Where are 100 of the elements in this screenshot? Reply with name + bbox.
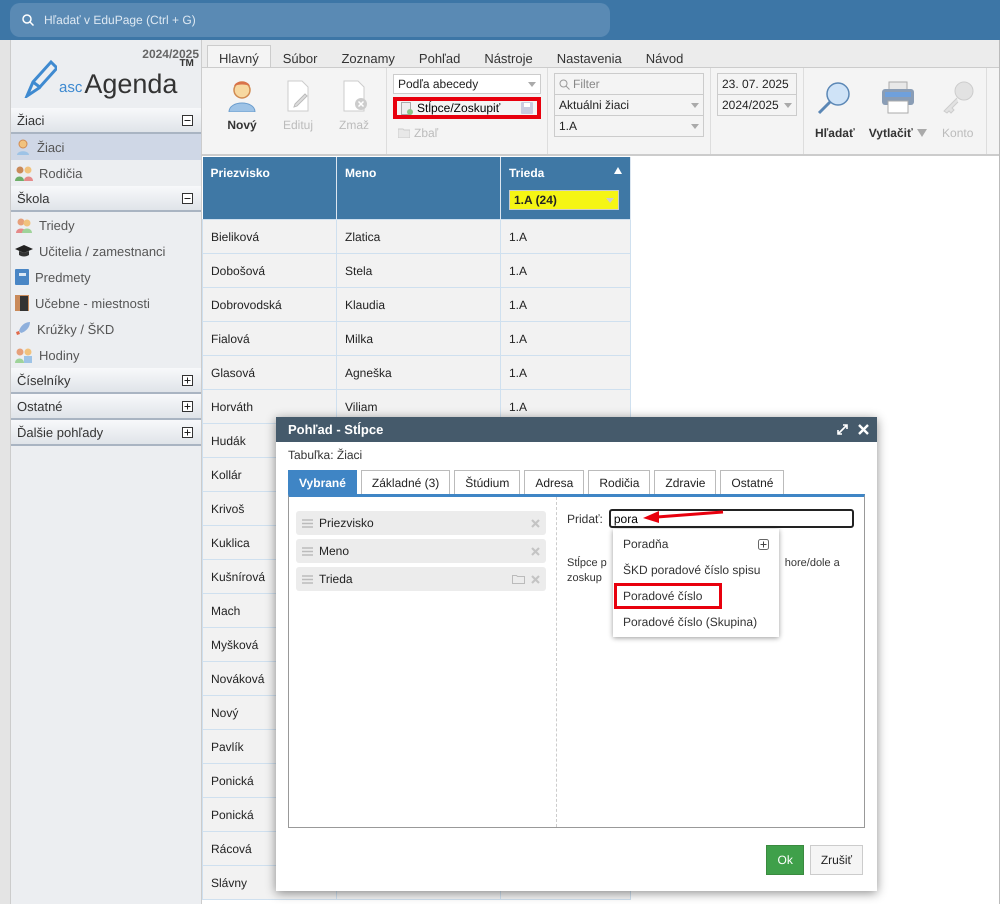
cancel-button[interactable]: Zrušiť	[810, 844, 863, 874]
ribbon-tab[interactable]: Nástroje	[472, 45, 545, 67]
sidebar-section[interactable]: Žiaci	[11, 108, 201, 134]
people-icon	[15, 347, 33, 363]
dialog-tab[interactable]: Vybrané	[288, 470, 357, 494]
column-item[interactable]: Priezvisko	[296, 511, 546, 535]
column-item[interactable]: Trieda	[296, 567, 546, 591]
columns-button[interactable]: Stĺpce/Zoskupiť	[393, 97, 541, 119]
filter-field[interactable]: Filter	[554, 73, 704, 95]
table-cell: 1.A	[509, 298, 528, 312]
trademark: TM	[179, 58, 194, 69]
table-cell: Fialová	[202, 322, 336, 356]
date-field[interactable]: 23. 07. 2025	[717, 73, 797, 95]
maximize-icon[interactable]	[837, 424, 848, 435]
suggestion-item[interactable]: Poradové číslo (Skupina)	[614, 609, 778, 635]
search-icon	[22, 14, 34, 26]
suggestion-item[interactable]: Poradové číslo	[614, 583, 722, 609]
save-icon	[521, 102, 533, 114]
sidebar-section[interactable]: Ostatné	[11, 394, 201, 420]
printer-icon	[880, 80, 915, 114]
suggestion-item[interactable]: Poradňa	[614, 531, 778, 557]
add-label: Pridať:	[567, 512, 603, 526]
year-dropdown[interactable]: 2024/2025	[717, 94, 797, 116]
sidebar-item[interactable]: Žiaci	[11, 134, 201, 160]
sidebar-item[interactable]: Krúžky / ŠKD	[11, 316, 201, 342]
column-item[interactable]: Meno	[296, 539, 546, 563]
table-cell: Stela	[345, 264, 372, 278]
collapse-icon[interactable]	[182, 114, 193, 126]
toolbar-button[interactable]: Vytlačiť	[864, 74, 932, 148]
sort-dropdown[interactable]: Podľa abecedy	[393, 74, 541, 94]
ribbon-tab[interactable]: Nastavenia	[544, 45, 634, 67]
suggestion-item[interactable]: ŠKD poradové číslo spisu	[614, 557, 778, 583]
table-cell: Agneška	[345, 366, 392, 380]
dialog-tab[interactable]: Štúdium	[454, 470, 520, 494]
column-header[interactable]: Priezvisko	[202, 157, 336, 220]
table-cell: 1.A	[509, 400, 528, 414]
sidebar-section[interactable]: Ďalšie pohľady	[11, 420, 201, 446]
folder-icon	[512, 574, 525, 584]
drag-handle-icon	[302, 518, 313, 528]
table-cell: Dobrovodská	[202, 288, 336, 322]
table-cell: Klaudia	[345, 298, 386, 312]
class-dropdown[interactable]: 1.A	[554, 115, 704, 137]
sidebar-section[interactable]: Číselníky	[11, 368, 201, 394]
sidebar-item[interactable]: Hodiny	[11, 342, 201, 368]
ribbon-tab[interactable]: Hlavný	[207, 45, 271, 67]
people-icon	[15, 165, 33, 181]
remove-icon	[531, 574, 540, 584]
table-cell: 1.A	[509, 332, 528, 346]
sidebar-item[interactable]: Triedy	[11, 212, 201, 238]
drag-handle-icon	[302, 546, 313, 556]
sidebar-section[interactable]: Škola	[11, 186, 201, 212]
rocket-icon	[15, 321, 31, 337]
hint-text: Stĺpce p	[567, 556, 607, 571]
sidebar-item[interactable]: Učitelia / zamestnanci	[11, 238, 201, 264]
expand-icon[interactable]	[182, 426, 193, 438]
close-icon[interactable]	[858, 424, 869, 435]
column-header[interactable]: Trieda 1.A (24)	[500, 157, 630, 220]
columns-icon	[401, 102, 413, 114]
table-cell: Dobošová	[202, 254, 336, 288]
person-icon	[227, 80, 257, 112]
column-header[interactable]: Meno	[336, 157, 500, 220]
add-column-field[interactable]: pora	[608, 509, 854, 528]
table-cell: 1.A	[509, 264, 528, 278]
graduation-cap-icon	[15, 244, 33, 258]
dialog-tab[interactable]: Základné (3)	[360, 470, 450, 494]
ribbon-tab[interactable]: Zoznamy	[329, 45, 407, 67]
ribbon-tab[interactable]: Návod	[634, 45, 696, 67]
scope-dropdown[interactable]: Aktuálni žiaci	[554, 94, 704, 116]
ribbon-tab[interactable]: Pohľad	[406, 45, 472, 67]
toolbar-button[interactable]: Hľadať	[810, 74, 860, 148]
table-cell: Bieliková	[202, 220, 336, 254]
hint-text: zoskup	[567, 572, 602, 584]
sort-icon	[614, 166, 622, 174]
hint-text: hore/dole a	[784, 556, 840, 571]
folder-icon	[398, 128, 410, 138]
collapse-icon[interactable]	[182, 192, 193, 204]
sidebar-item[interactable]: Predmety	[11, 264, 201, 290]
person-icon	[15, 139, 31, 155]
people-icon	[15, 217, 33, 233]
logo-text: Agenda	[84, 71, 178, 98]
expand-icon[interactable]	[182, 374, 193, 386]
toolbar-button[interactable]: Nový	[216, 74, 268, 148]
sidebar-item[interactable]: Učebne - miestnosti	[11, 290, 201, 316]
remove-icon	[531, 518, 540, 528]
class-filter-dropdown[interactable]: 1.A (24)	[509, 190, 619, 210]
dialog-tab[interactable]: Rodičia	[588, 470, 650, 494]
ribbon-tab[interactable]: Súbor	[270, 45, 330, 67]
table-cell: Milka	[345, 332, 374, 346]
table-cell: Zlatica	[345, 230, 380, 244]
dialog-tab[interactable]: Adresa	[524, 470, 584, 494]
expand-icon	[758, 538, 769, 550]
dialog-tab[interactable]: Zdravie	[654, 470, 716, 494]
pencil-logo-icon	[23, 58, 57, 98]
table-cell: Glasová	[202, 356, 336, 390]
search-icon	[559, 79, 570, 90]
search-field[interactable]: Hľadať v EduPage (Ctrl + G)	[10, 3, 610, 37]
sidebar-item[interactable]: Rodičia	[11, 160, 201, 186]
expand-icon[interactable]	[182, 400, 193, 412]
drag-handle-icon	[302, 574, 313, 584]
dialog-tab[interactable]: Ostatné	[720, 470, 784, 494]
